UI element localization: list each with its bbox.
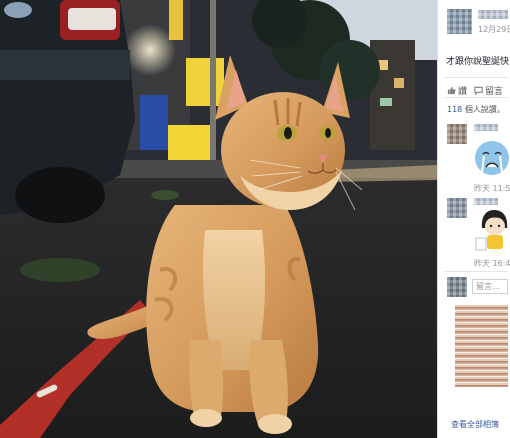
cartoon-girl-sticker-icon <box>475 210 508 251</box>
current-user-avatar <box>447 277 467 297</box>
crying-face-sticker-icon <box>475 141 509 175</box>
commenter-avatar[interactable] <box>447 124 467 144</box>
like-button[interactable]: 讚 <box>447 84 467 97</box>
commenter-avatar[interactable] <box>447 198 467 218</box>
comment-icon <box>474 86 483 95</box>
divider <box>444 77 508 78</box>
photo-viewer: 12月29日 才跟你說聖誕快 讚 留言 118 個人說讚。 <box>0 0 510 438</box>
poster-avatar[interactable] <box>447 9 472 34</box>
divider <box>444 271 508 272</box>
comment-input[interactable]: 留言… <box>472 279 508 294</box>
comment-timestamp[interactable]: 昨天 16:48 <box>474 258 510 269</box>
like-count-number[interactable]: 118 <box>447 105 462 114</box>
post-caption: 才跟你說聖誕快 <box>446 57 510 67</box>
like-count-label: 個人說讚。 <box>464 105 505 114</box>
cat-photo[interactable] <box>0 0 437 438</box>
poster-name[interactable] <box>478 10 508 19</box>
like-label: 讚 <box>458 87 468 97</box>
commenter-name[interactable] <box>474 198 498 205</box>
comment-composer: 留言… <box>447 277 508 297</box>
divider <box>444 97 508 98</box>
comment-button[interactable]: 留言 <box>474 84 503 97</box>
comment-timestamp[interactable]: 昨天 11:56 <box>474 183 510 194</box>
like-summary[interactable]: 118 個人說讚。 <box>447 104 505 115</box>
commenter-name[interactable] <box>474 124 498 131</box>
album-thumbnail[interactable] <box>455 305 508 387</box>
view-all-albums-link[interactable]: 查看全部相簿 <box>451 419 499 430</box>
cat-photo-illustration <box>0 0 437 438</box>
thumbs-up-icon <box>447 86 456 95</box>
comment-label: 留言 <box>485 87 504 97</box>
post-timestamp[interactable]: 12月29日 <box>478 24 510 35</box>
